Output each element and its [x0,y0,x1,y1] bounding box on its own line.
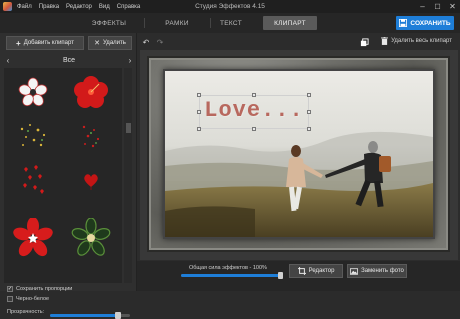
white-flower-icon [18,77,48,107]
red-flower-icon [13,218,53,257]
black-white-label: Черно-белое [16,296,50,302]
keep-proportions-label: Сохранить пропорции [16,286,73,292]
scrollbar-thumb[interactable] [126,123,131,133]
editor-button[interactable]: Редактор [289,264,343,278]
clipart-red-hibiscus[interactable] [68,72,114,112]
photo-icon [350,267,359,275]
resize-handle[interactable] [197,127,201,131]
transparency-label-row: Прозрачность: [7,309,44,315]
menu-help[interactable]: Справка [117,4,141,10]
app-window: Файл Правка Редактор Вид Справка Студия … [0,0,460,319]
effects-strength-label: Общая сила эффектов - 100% [189,265,267,271]
editor-panel: ↶ ↷ Удалить весь клипарт Love... Общая с… [137,33,460,291]
plus-icon: + [16,38,21,48]
resize-handle[interactable] [307,127,311,131]
clipart-red-hearts[interactable] [10,160,56,200]
redo-icon[interactable]: ↷ [155,37,165,47]
photo-frame: Love... [147,56,450,252]
gold-sparkles-icon [20,124,46,147]
effects-slider-fill [181,274,281,277]
clipart-grid [4,68,122,283]
hearts-icon [23,165,44,194]
resize-handle[interactable] [197,93,201,97]
replace-photo-label: Заменить фото [361,268,404,274]
photo: Love... [165,71,433,237]
delete-clipart-button[interactable]: ✕ Удалить [88,36,132,50]
app-logo-icon [3,2,12,11]
keep-proportions-checkbox[interactable]: ✓ [7,286,13,292]
menu-file[interactable]: Файл [17,4,32,10]
clipart-text-selection[interactable]: Love... [197,93,311,131]
clipart-scrollbar[interactable] [124,68,132,283]
close-icon: ✕ [94,40,100,47]
menu-editor[interactable]: Редактор [66,4,92,10]
menu-view[interactable]: Вид [99,4,110,10]
transparency-slider-knob[interactable] [115,312,121,319]
tab-effects[interactable]: ЭФФЕКТЫ [78,16,140,30]
add-clipart-label: Добавить клипарт [23,40,74,46]
tab-bar: ЭФФЕКТЫ РАМКИ ТЕКСТ КЛИПАРТ СОХРАНИТЬ [0,13,460,33]
effects-strength-slider[interactable] [181,272,283,279]
tab-clipart[interactable]: КЛИПАРТ [263,16,317,30]
keep-proportions-option[interactable]: ✓ Сохранить пропорции [7,286,72,292]
resize-handle[interactable] [197,110,201,114]
add-clipart-button[interactable]: + Добавить клипарт [6,36,84,50]
transparency-slider-fill [50,314,118,317]
clipart-gold-sparkles[interactable] [10,116,56,156]
tab-frames[interactable]: РАМКИ [148,16,206,30]
close-button[interactable]: ✕ [445,0,460,13]
clipart-text: Love... [204,98,304,123]
transparency-label: Прозрачность: [7,309,45,315]
category-prev-button[interactable]: ‹ [4,56,12,65]
delete-all-label: Удалить весь клипарт [391,38,452,44]
resize-handle[interactable] [307,93,311,97]
minimize-button[interactable]: – [415,0,430,13]
replace-photo-button[interactable]: Заменить фото [347,264,407,278]
category-selector: ‹ Все › [4,55,134,66]
clipart-red-sparkles[interactable] [68,116,114,156]
transparency-slider[interactable] [50,312,130,319]
red-hibiscus-icon [74,76,108,108]
canvas-area: Love... [140,50,458,260]
undo-icon[interactable]: ↶ [141,37,151,47]
black-white-checkbox[interactable] [7,296,13,302]
red-sparkles-icon [82,125,100,148]
trash-icon [381,37,389,45]
clipart-panel: + Добавить клипарт ✕ Удалить ‹ Все › ✓ С… [0,33,137,319]
editor-button-label: Редактор [308,268,335,274]
black-white-option[interactable]: Черно-белое [7,296,49,302]
tab-text[interactable]: ТЕКСТ [214,16,248,30]
category-label: Все [62,57,76,64]
clipart-red-flower-star[interactable] [10,218,56,258]
save-button[interactable]: СОХРАНИТЬ [396,16,454,30]
clipart-red-heart[interactable] [68,160,114,200]
clipart-green-flower[interactable] [68,218,114,258]
title-bar: Файл Правка Редактор Вид Справка Студия … [0,0,460,13]
tab-divider [210,18,211,28]
maximize-button[interactable]: ☐ [430,0,445,13]
delete-clipart-label: Удалить [102,40,126,46]
floppy-icon [399,19,408,27]
bottom-toolbar: Общая сила эффектов - 100% Редактор Заме… [137,261,460,291]
green-flower-icon [71,218,111,256]
clipart-white-flower[interactable] [10,72,56,112]
resize-handle[interactable] [307,110,311,114]
effects-slider-knob[interactable] [278,272,283,279]
layers-icon[interactable] [359,37,369,47]
menu-edit[interactable]: Правка [39,4,59,10]
category-next-button[interactable]: › [126,56,134,65]
tab-divider [144,18,145,28]
crop-icon [297,267,306,275]
resize-handle[interactable] [252,127,256,131]
heart-icon [84,174,98,190]
save-button-label: СОХРАНИТЬ [410,19,451,27]
delete-all-clipart-button[interactable]: Удалить весь клипарт [381,37,452,45]
resize-handle[interactable] [252,93,256,97]
